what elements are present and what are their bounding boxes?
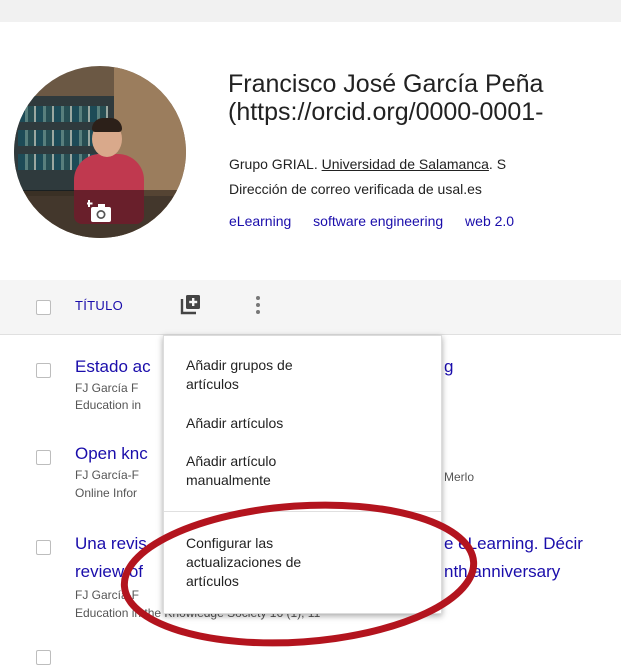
verified-email: Dirección de correo verificada de usal.e…: [229, 181, 482, 197]
tag-software-engineering[interactable]: software engineering: [313, 213, 443, 229]
profile-affiliation: Grupo GRIAL. Universidad de Salamanca. S: [229, 156, 507, 172]
title-column-header[interactable]: TÍTULO: [75, 298, 123, 313]
article-title[interactable]: Open knc: [75, 444, 148, 464]
menu-item-configure-article-updates[interactable]: Configurar las actualizaciones de artícu…: [186, 534, 356, 591]
affiliation-link[interactable]: Universidad de Salamanca: [322, 156, 489, 172]
article-title[interactable]: Una revis: [75, 534, 147, 554]
article-title[interactable]: Estado ac: [75, 357, 151, 377]
menu-item-add-article-manually[interactable]: Añadir artículo manualmente: [186, 452, 326, 490]
article-title-line2-tail[interactable]: nth anniversary: [444, 562, 560, 582]
row-checkbox[interactable]: [36, 650, 51, 665]
menu-item-add-articles[interactable]: Añadir artículos: [186, 414, 283, 433]
article-authors-tail: Merlo: [444, 470, 475, 484]
article-title-tail[interactable]: g: [444, 357, 453, 377]
add-photo-camera-icon[interactable]: [87, 200, 113, 224]
article-authors: FJ García F: [75, 381, 139, 395]
article-title-tail[interactable]: e eLearning. Décir: [444, 534, 583, 554]
article-title-line2[interactable]: review of: [75, 562, 143, 582]
top-bar: [0, 0, 621, 22]
profile-name: Francisco José García Peña (https://orci…: [228, 70, 544, 126]
row-checkbox[interactable]: [36, 363, 51, 378]
more-vert-icon[interactable]: [250, 294, 266, 316]
article-venue: Education in: [75, 398, 142, 412]
select-all-checkbox[interactable]: [36, 300, 51, 315]
article-authors: FJ García-F: [75, 588, 140, 602]
article-venue: Online Infor: [75, 486, 138, 500]
tag-elearning[interactable]: eLearning: [229, 213, 291, 229]
interest-tags: eLearning software engineering web 2.0: [229, 213, 532, 229]
tag-web-2-0[interactable]: web 2.0: [465, 213, 514, 229]
row-checkbox[interactable]: [36, 540, 51, 555]
menu-divider: [164, 511, 441, 512]
add-articles-menu: Añadir grupos de artículos Añadir artícu…: [163, 335, 442, 614]
profile-avatar[interactable]: [14, 66, 186, 238]
article-authors: FJ García-F: [75, 468, 140, 482]
add-collection-icon[interactable]: [180, 293, 202, 315]
menu-item-add-article-groups[interactable]: Añadir grupos de artículos: [186, 356, 346, 394]
row-checkbox[interactable]: [36, 450, 51, 465]
